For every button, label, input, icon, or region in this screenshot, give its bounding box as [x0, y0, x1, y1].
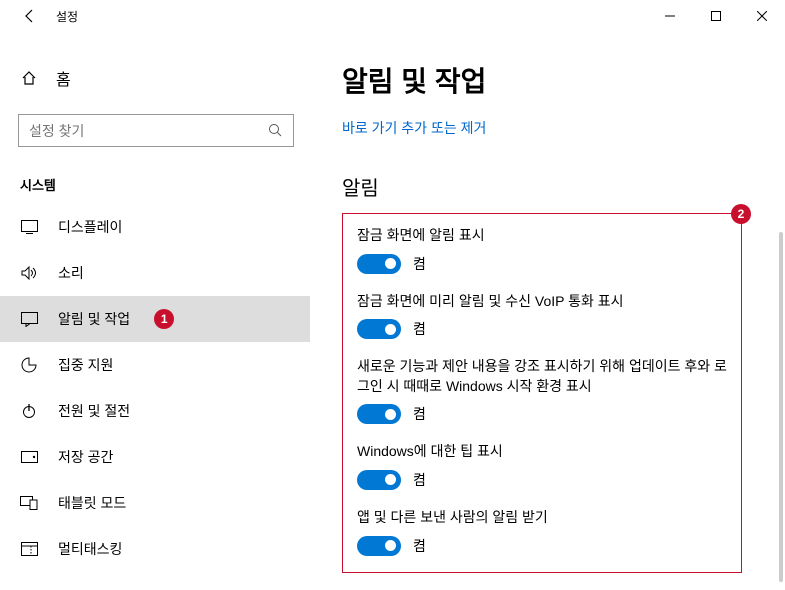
- setting-row: 잠금 화면에 알림 표시 켬: [357, 226, 727, 274]
- sidebar-item-label: 집중 지원: [58, 355, 113, 375]
- quick-actions-link[interactable]: 바로 가기 추가 또는 제거: [342, 118, 486, 138]
- focus-icon: [20, 356, 38, 374]
- display-icon: [20, 218, 38, 236]
- setting-row: 잠금 화면에 미리 알림 및 수신 VoIP 통화 표시 켬: [357, 292, 727, 340]
- toggle-row: 켬: [357, 319, 727, 339]
- toggle-knob: [385, 409, 396, 420]
- setting-label: 앱 및 다른 보낸 사람의 알림 받기: [357, 508, 727, 528]
- toggle-knob: [385, 258, 396, 269]
- toggle-knob: [385, 474, 396, 485]
- close-button[interactable]: [739, 0, 785, 32]
- toggle-state: 켬: [413, 254, 426, 274]
- setting-label: 새로운 기능과 제안 내용을 강조 표시하기 위해 업데이트 후와 로그인 시 …: [357, 357, 727, 396]
- search-icon: [267, 123, 283, 139]
- main-pane: 알림 및 작업 바로 가기 추가 또는 제거 알림 2 잠금 화면에 알림 표시…: [310, 32, 785, 590]
- back-button[interactable]: [20, 6, 40, 26]
- tablet-icon: [20, 494, 38, 512]
- home-nav[interactable]: 홈: [0, 56, 310, 100]
- sidebar-item-notifications[interactable]: 알림 및 작업 1: [0, 296, 310, 342]
- setting-row: 새로운 기능과 제안 내용을 강조 표시하기 위해 업데이트 후와 로그인 시 …: [357, 357, 727, 424]
- toggle-switch[interactable]: [357, 536, 401, 556]
- sidebar-item-label: 전원 및 절전: [58, 401, 130, 421]
- setting-row: Windows에 대한 팁 표시 켬: [357, 442, 727, 490]
- sidebar-item-display[interactable]: 디스플레이: [0, 204, 310, 250]
- home-icon: [20, 69, 38, 87]
- page-title: 알림 및 작업: [342, 60, 765, 100]
- sidebar-item-label: 소리: [58, 263, 84, 283]
- toggle-state: 켬: [413, 470, 426, 490]
- sidebar: 홈 시스템 디스플레이 소리 알림 및 작업 1: [0, 32, 310, 590]
- title-left: 설정: [8, 6, 78, 26]
- toggle-row: 켬: [357, 536, 727, 556]
- toggle-knob: [385, 540, 396, 551]
- toggle-state: 켬: [413, 536, 426, 556]
- toggle-knob: [385, 324, 396, 335]
- sidebar-item-label: 멀티태스킹: [58, 539, 122, 559]
- sidebar-item-label: 알림 및 작업: [58, 309, 130, 329]
- minimize-button[interactable]: [647, 0, 693, 32]
- search-box[interactable]: [18, 114, 294, 147]
- sidebar-item-storage[interactable]: 저장 공간: [0, 434, 310, 480]
- annotation-badge-2: 2: [731, 204, 751, 224]
- multitask-icon: [20, 540, 38, 558]
- group-label: 시스템: [0, 161, 310, 204]
- sidebar-item-multitask[interactable]: 멀티태스킹: [0, 526, 310, 572]
- toggle-switch[interactable]: [357, 470, 401, 490]
- power-icon: [20, 402, 38, 420]
- setting-label: 잠금 화면에 알림 표시: [357, 226, 727, 246]
- app-title: 설정: [56, 8, 78, 25]
- toggle-switch[interactable]: [357, 319, 401, 339]
- scrollbar[interactable]: [779, 232, 783, 582]
- toggle-row: 켬: [357, 404, 727, 424]
- section-title: 알림: [342, 172, 765, 201]
- sidebar-item-sound[interactable]: 소리: [0, 250, 310, 296]
- sidebar-item-label: 태블릿 모드: [58, 493, 126, 513]
- title-bar: 설정: [0, 0, 785, 32]
- sidebar-item-power[interactable]: 전원 및 절전: [0, 388, 310, 434]
- toggle-state: 켬: [413, 319, 426, 339]
- sidebar-item-focus[interactable]: 집중 지원: [0, 342, 310, 388]
- storage-icon: [20, 448, 38, 466]
- toggle-switch[interactable]: [357, 404, 401, 424]
- setting-label: 잠금 화면에 미리 알림 및 수신 VoIP 통화 표시: [357, 292, 727, 312]
- annotation-badge-1: 1: [154, 309, 174, 329]
- maximize-button[interactable]: [693, 0, 739, 32]
- toggle-switch[interactable]: [357, 254, 401, 274]
- window-controls: [647, 0, 785, 32]
- settings-box: 2 잠금 화면에 알림 표시 켬 잠금 화면에 미리 알림 및 수신 VoIP …: [342, 213, 742, 573]
- sidebar-item-label: 디스플레이: [58, 217, 122, 237]
- sidebar-item-tablet[interactable]: 태블릿 모드: [0, 480, 310, 526]
- content-wrapper: 홈 시스템 디스플레이 소리 알림 및 작업 1: [0, 32, 785, 590]
- setting-row: 앱 및 다른 보낸 사람의 알림 받기 켬: [357, 508, 727, 556]
- toggle-row: 켬: [357, 470, 727, 490]
- toggle-state: 켬: [413, 404, 426, 424]
- home-label: 홈: [56, 66, 71, 90]
- sound-icon: [20, 264, 38, 282]
- setting-label: Windows에 대한 팁 표시: [357, 442, 727, 462]
- search-input[interactable]: [29, 123, 267, 139]
- notification-icon: [20, 310, 38, 328]
- sidebar-item-label: 저장 공간: [58, 447, 113, 467]
- toggle-row: 켬: [357, 254, 727, 274]
